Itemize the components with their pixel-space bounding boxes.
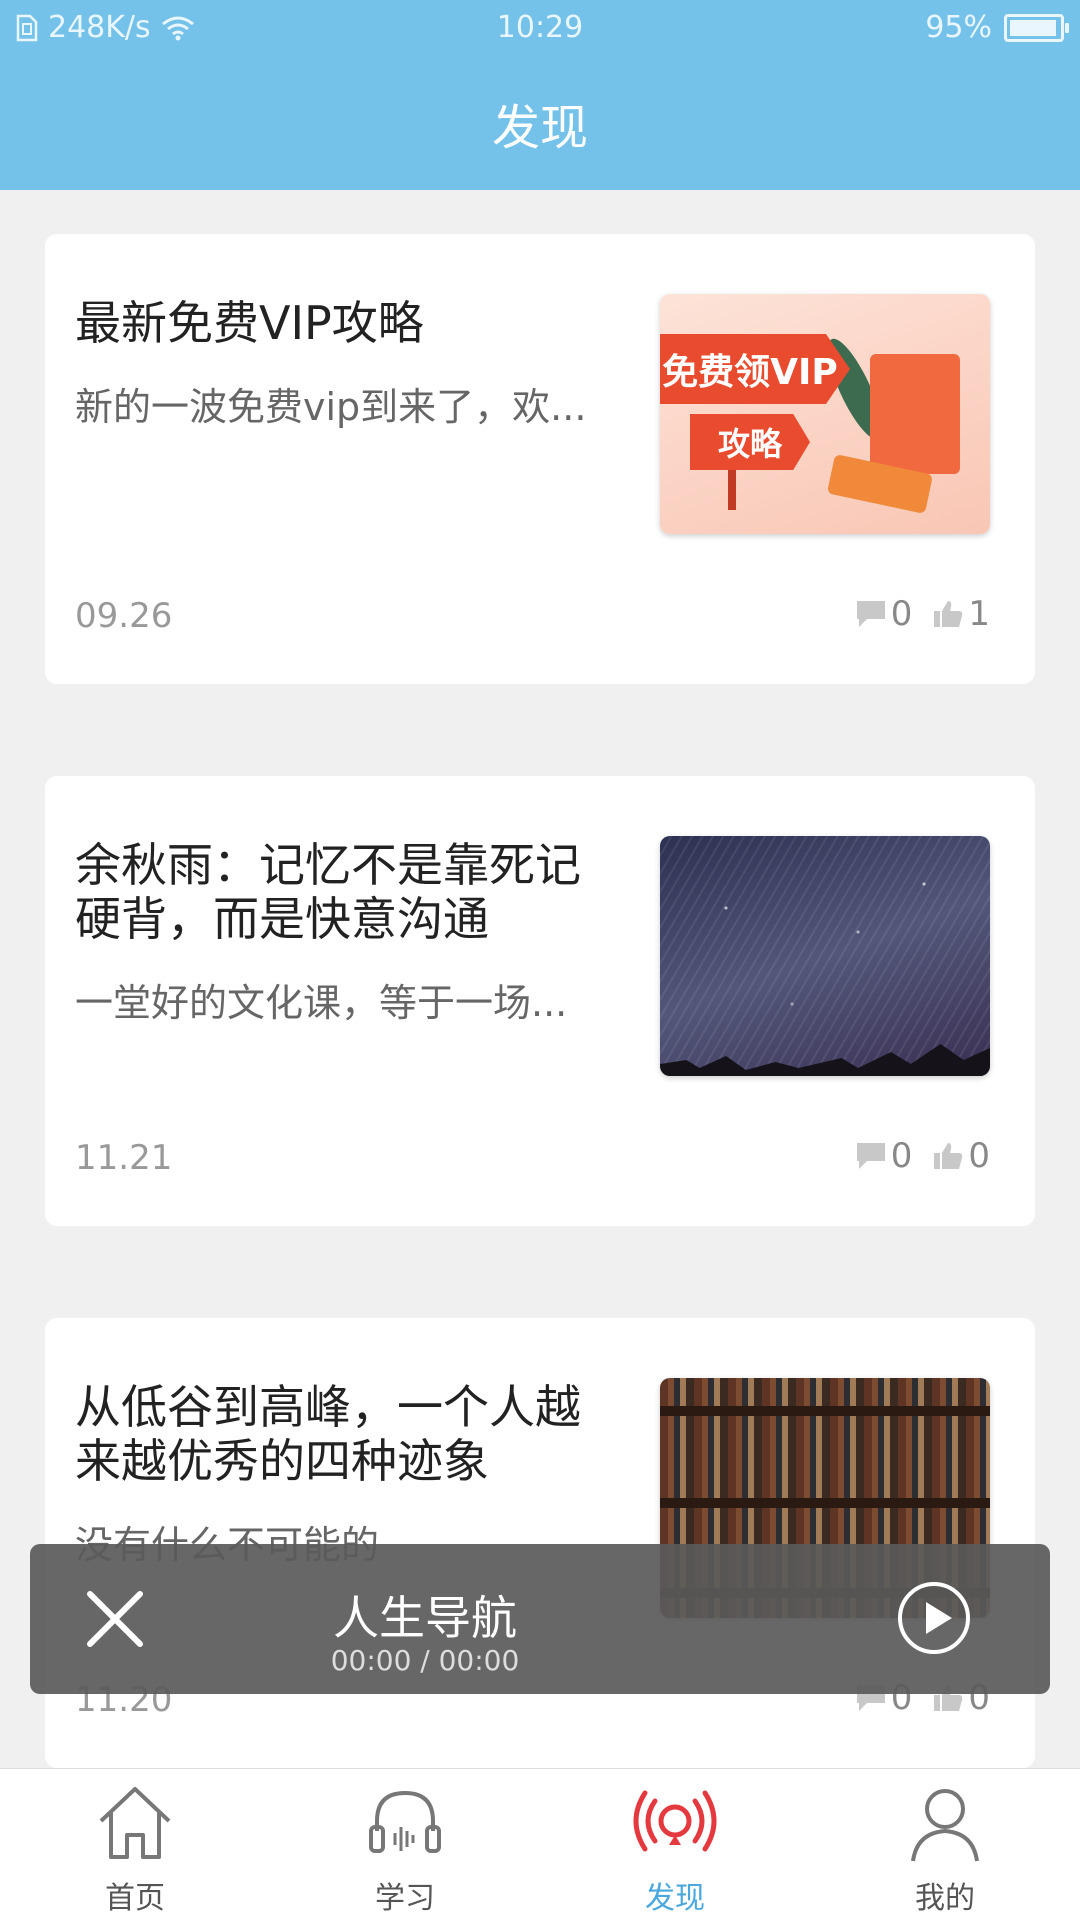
- person-icon: [911, 1789, 979, 1862]
- thumbs-up-icon: [934, 601, 963, 627]
- broadcast-icon: [633, 1790, 717, 1852]
- battery-icon: [1004, 13, 1069, 42]
- player-title: 人生导航: [333, 1591, 517, 1645]
- close-icon[interactable]: [80, 1584, 150, 1654]
- article-date: 11.21: [75, 1138, 173, 1178]
- like-count[interactable]: 0: [932, 1136, 990, 1176]
- player-time: 00:00 / 00:00: [330, 1644, 520, 1677]
- thumbs-up-icon: [934, 1143, 963, 1169]
- article-title: 余秋雨：记忆不是靠死记硬背，而是快意沟通: [75, 838, 581, 946]
- play-icon[interactable]: [896, 1580, 972, 1656]
- article-card[interactable]: 余秋雨：记忆不是靠死记硬背，而是快意沟通 一堂好的文化课，等于一场... 11.…: [45, 776, 1035, 1226]
- page-title: 发现: [491, 100, 588, 156]
- thumb-sign-text-2: 攻略: [690, 414, 810, 470]
- battery-percent: 95%: [925, 10, 992, 45]
- tab-mine[interactable]: 我的: [810, 1769, 1080, 1921]
- article-card[interactable]: 最新免费VIP攻略 新的一波免费vip到来了，欢... 免费领VIP 攻略 09…: [45, 234, 1035, 684]
- article-title: 最新免费VIP攻略: [75, 296, 424, 350]
- headphones-icon: [369, 1790, 441, 1853]
- tab-label: 我的: [915, 1881, 975, 1916]
- bottom-tab-bar: 首页 学习 发现 我的: [0, 1768, 1080, 1921]
- home-icon: [99, 1787, 171, 1859]
- tab-label: 发现: [645, 1881, 705, 1916]
- article-card[interactable]: 从低谷到高峰，一个人越来越优秀的四种迹象 没有什么不可能的 11.20 0 0: [45, 1318, 1035, 1768]
- article-summary: 一堂好的文化课，等于一场...: [75, 981, 568, 1025]
- top-bar: 248K/s 10:29 95% 发现: [0, 0, 1080, 190]
- article-thumbnail: [660, 836, 990, 1076]
- mini-player: 人生导航 00:00 / 00:00: [30, 1544, 1050, 1694]
- article-summary: 新的一波免费vip到来了，欢...: [75, 385, 587, 429]
- tab-study[interactable]: 学习: [270, 1769, 540, 1921]
- comment-count[interactable]: 0: [855, 1136, 912, 1176]
- status-bar: 248K/s 10:29 95%: [0, 8, 1080, 50]
- comment-count[interactable]: 0: [855, 594, 912, 634]
- tab-discover[interactable]: 发现: [540, 1769, 810, 1921]
- article-thumbnail: 免费领VIP 攻略: [660, 294, 990, 534]
- thumb-sign-text: 免费领VIP: [660, 334, 850, 404]
- comment-icon: [856, 1143, 885, 1169]
- tab-label: 学习: [375, 1881, 435, 1916]
- like-count[interactable]: 1: [932, 594, 990, 634]
- tab-label: 首页: [105, 1881, 165, 1916]
- article-date: 09.26: [75, 596, 173, 636]
- article-title: 从低谷到高峰，一个人越来越优秀的四种迹象: [75, 1380, 581, 1488]
- tab-home[interactable]: 首页: [0, 1769, 270, 1921]
- comment-icon: [856, 601, 885, 627]
- clock: 10:29: [496, 10, 584, 45]
